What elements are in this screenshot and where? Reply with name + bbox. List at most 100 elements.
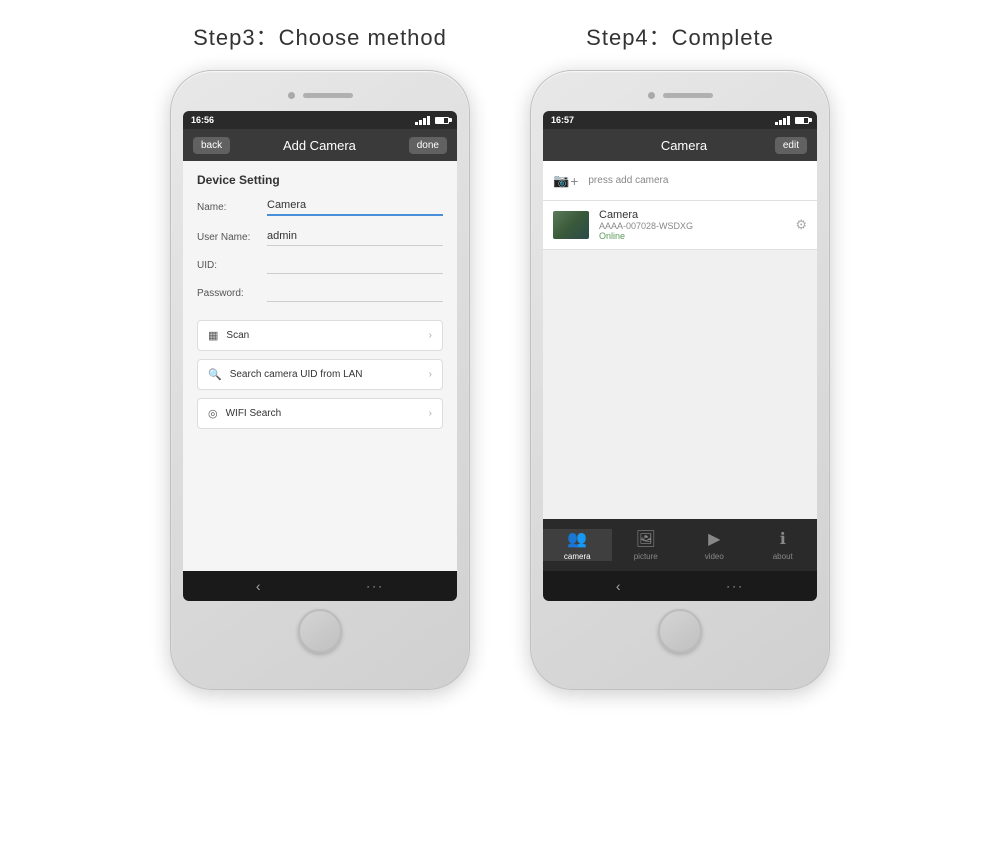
screen-step4: 16:57 (543, 111, 817, 601)
picture-tab-icon: 🖼 (636, 529, 656, 549)
password-input[interactable] (267, 298, 443, 302)
battery-step3 (435, 117, 449, 124)
battery-fill-step4 (796, 118, 804, 123)
nav-bar-step3: back Add Camera done (183, 129, 457, 161)
wifi-icon: ◎ (208, 407, 218, 420)
username-value: admin (267, 230, 443, 242)
done-button-step3[interactable]: done (409, 137, 447, 154)
username-field-row: User Name: admin (197, 230, 443, 246)
status-icons-step4 (775, 116, 809, 125)
nav-bar-step4: Camera edit (543, 129, 817, 161)
search-icon: 🔍 (208, 368, 222, 381)
name-field-row: Name: Camera (197, 199, 443, 216)
camera-status: Online (599, 231, 785, 241)
bottom-dots-step3: ··· (366, 579, 384, 593)
settings-icon[interactable]: ⚙ (795, 217, 807, 233)
status-bar-step3: 16:56 (183, 111, 457, 129)
steps-container: Step3：Choose method 16:56 (170, 20, 830, 690)
tab-picture[interactable]: 🖼 picture (612, 529, 681, 561)
search-lan-label: Search camera UID from LAN (230, 369, 363, 380)
search-lan-button[interactable]: 🔍 Search camera UID from LAN › (197, 359, 443, 390)
signal-bar-s4-2 (779, 120, 782, 125)
status-icons-step3 (415, 116, 449, 125)
front-camera-step3 (288, 92, 295, 99)
uid-field-row: UID: (197, 260, 443, 274)
scan-chevron: › (429, 330, 432, 341)
camera-list-item[interactable]: Camera AAAA-007028-WSDXG Online ⚙ (543, 201, 817, 250)
back-button-step3[interactable]: back (193, 137, 230, 154)
username-input[interactable]: admin (267, 230, 443, 246)
signal-bar-s4-1 (775, 122, 778, 125)
speaker-step4 (663, 93, 713, 98)
add-camera-item[interactable]: 📷+ press add camera (543, 161, 817, 201)
add-camera-text: press add camera (588, 175, 668, 186)
name-label: Name: (197, 202, 257, 216)
step4-container: Step4：Complete 16:57 (530, 20, 830, 690)
home-button-step4[interactable] (658, 609, 702, 653)
scan-button[interactable]: ▦ Scan › (197, 320, 443, 351)
camera-thumbnail (553, 211, 589, 239)
tab-about[interactable]: ℹ about (749, 529, 818, 561)
search-btn-left: 🔍 Search camera UID from LAN (208, 368, 363, 381)
signal-bar-2 (419, 120, 422, 125)
video-tab-label: video (705, 552, 724, 561)
about-tab-label: about (773, 552, 793, 561)
video-tab-icon: ▶ (708, 529, 720, 549)
signal-bar-4 (427, 116, 430, 125)
username-label: User Name: (197, 232, 257, 246)
signal-bar-s4-3 (783, 118, 786, 125)
camera-tab-icon: 👥 (567, 529, 587, 549)
signal-bar-3 (423, 118, 426, 125)
scan-icon: ▦ (208, 329, 218, 342)
uid-label: UID: (197, 260, 257, 274)
signal-bars-step3 (415, 116, 430, 125)
phone-top-step4 (543, 85, 817, 105)
signal-bar-1 (415, 122, 418, 125)
password-field-row: Password: (197, 288, 443, 302)
nav-title-step3: Add Camera (283, 138, 356, 153)
wifi-btn-left: ◎ WIFI Search (208, 407, 281, 420)
camera-name: Camera (599, 209, 785, 221)
battery-step4 (795, 117, 809, 124)
tab-bar-step4: 👥 camera 🖼 picture ▶ video ℹ (543, 519, 817, 571)
time-step3: 16:56 (191, 115, 214, 125)
screen-content-step4: 📷+ press add camera Camera AAAA-007028-W… (543, 161, 817, 601)
scan-btn-left: ▦ Scan (208, 329, 249, 342)
step4-title: Step4：Complete (586, 20, 774, 52)
speaker-step3 (303, 93, 353, 98)
wifi-chevron: › (429, 408, 432, 419)
tab-camera[interactable]: 👥 camera (543, 529, 612, 561)
name-value: Camera (267, 199, 443, 211)
camera-tab-label: camera (564, 552, 591, 561)
camera-add-icon: 📷+ (553, 174, 578, 188)
nav-title-step4: Camera (661, 138, 707, 153)
wifi-search-label: WIFI Search (226, 408, 282, 419)
time-step4: 16:57 (551, 115, 574, 125)
back-arrow-step3[interactable]: ‹ (256, 578, 261, 594)
phone-step3: 16:56 back (170, 70, 470, 690)
edit-button-step4[interactable]: edit (775, 137, 807, 154)
signal-bar-s4-4 (787, 116, 790, 125)
home-button-step3[interactable] (298, 609, 342, 653)
camera-thumb-inner (553, 211, 589, 239)
uid-input[interactable] (267, 270, 443, 274)
camera-info: Camera AAAA-007028-WSDXG Online (599, 209, 785, 241)
scan-label: Scan (226, 330, 249, 341)
picture-tab-label: picture (634, 552, 658, 561)
name-input[interactable]: Camera (267, 199, 443, 216)
password-label: Password: (197, 288, 257, 302)
bottom-dots-step4: ··· (726, 579, 744, 593)
phone-top-step3 (183, 85, 457, 105)
method-button-list: ▦ Scan › 🔍 Search camera UID from LAN (197, 320, 443, 429)
search-chevron: › (429, 369, 432, 380)
screen-content-step3: Device Setting Name: Camera User Name: (183, 161, 457, 601)
camera-uid: AAAA-007028-WSDXG (599, 221, 785, 231)
bottom-bar-step4: ‹ ··· (543, 571, 817, 601)
signal-bars-step4 (775, 116, 790, 125)
bottom-bar-step3: ‹ ··· (183, 571, 457, 601)
front-camera-step4 (648, 92, 655, 99)
tab-video[interactable]: ▶ video (680, 529, 749, 561)
wifi-search-button[interactable]: ◎ WIFI Search › (197, 398, 443, 429)
section-title-step3: Device Setting (197, 173, 443, 187)
back-arrow-step4[interactable]: ‹ (616, 578, 621, 594)
